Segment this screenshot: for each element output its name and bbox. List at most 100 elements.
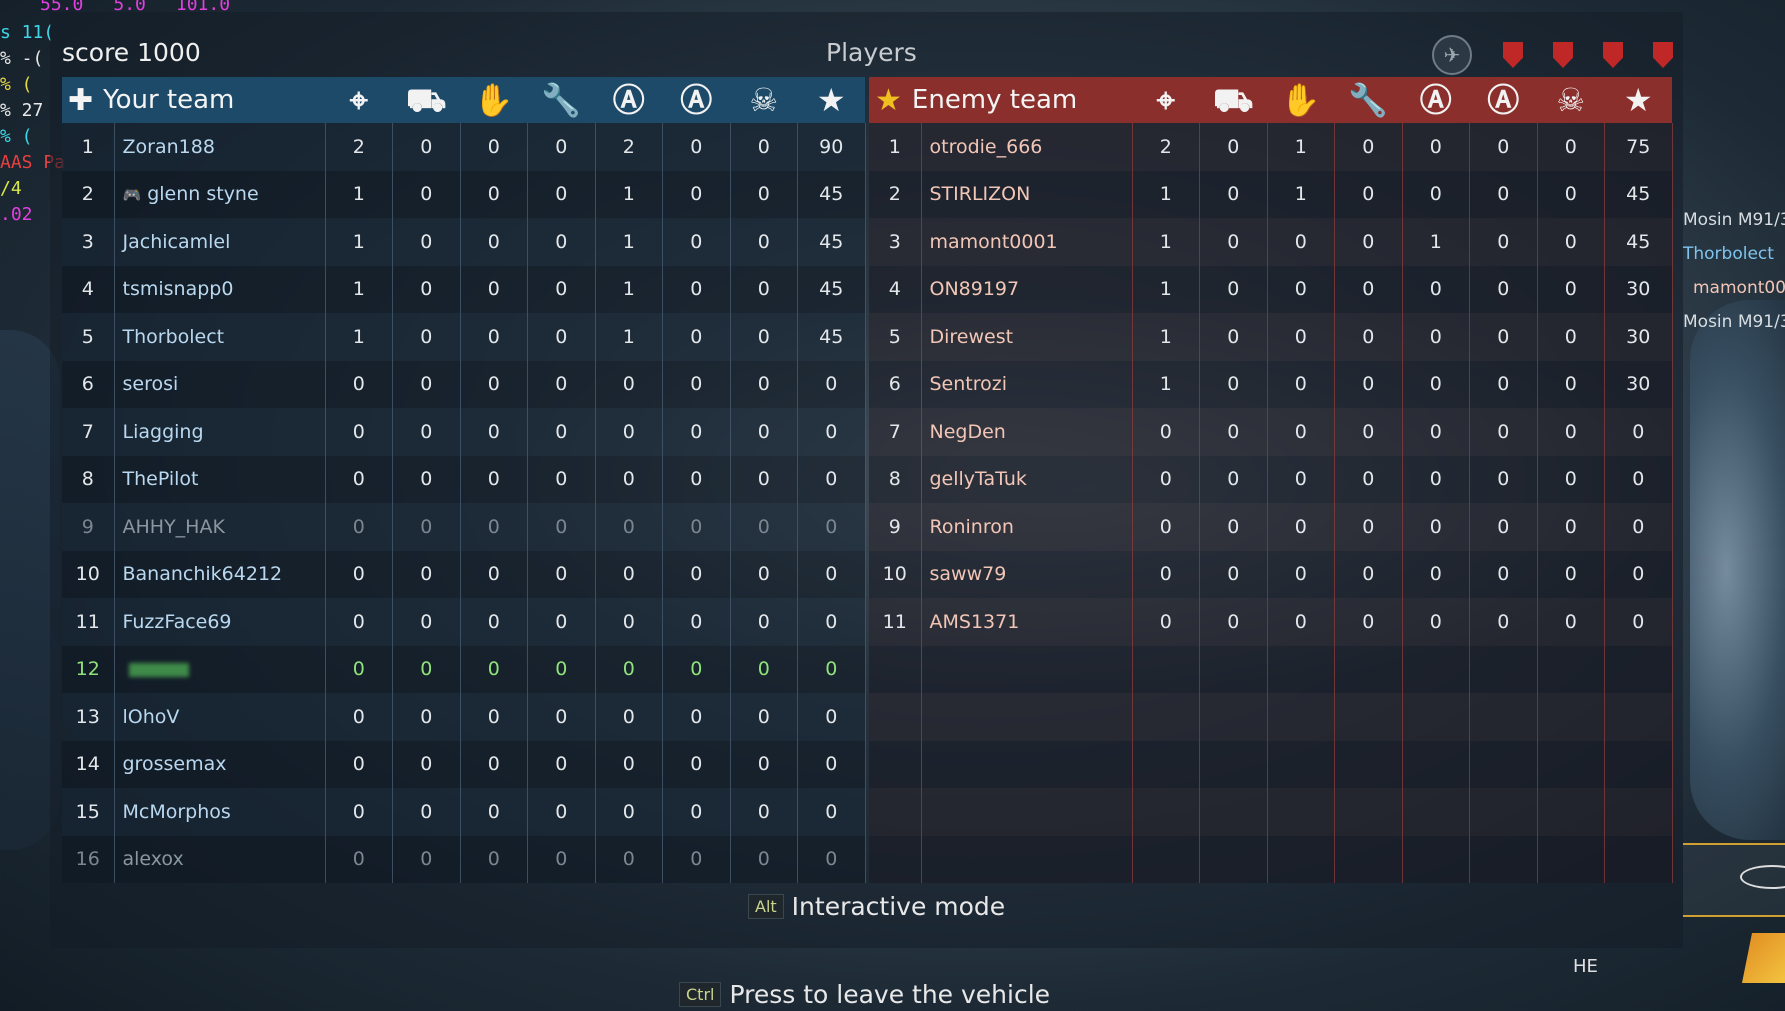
stat-target: 0: [325, 550, 394, 598]
stat-star: [1604, 693, 1673, 741]
stat-target: 0: [1132, 503, 1200, 551]
stat-ai-shield: 1: [595, 170, 664, 218]
your-team-header: ✚ Your team ⌖ ⛟ ✋ 🔧 Ⓐ Ⓐ ☠ ★: [62, 77, 866, 123]
stat-skull: 0: [1537, 123, 1605, 171]
player-row[interactable]: 5 Thorbolect 1 0 0 0 1 0 0 45: [62, 313, 866, 361]
player-name-text: gellyTaTuk: [929, 468, 1027, 491]
player-name-text: Bananchik64212: [122, 563, 283, 586]
player-row[interactable]: 4 tsmisnapp0 1 0 0 0 1 0 0 45: [62, 265, 866, 313]
stat-target: 1: [325, 265, 394, 313]
stat-capture-hand: 0: [460, 170, 529, 218]
stat-ground-kill: 0: [392, 123, 461, 171]
player-row[interactable]: 6 Sentrozi 1 0 0 0 0 0 0 30: [869, 360, 1673, 408]
stat-ai-kill: 0: [662, 645, 731, 693]
player-rank: 8: [869, 455, 922, 503]
stat-wrench: [1334, 645, 1403, 693]
player-name: [921, 788, 1133, 836]
stat-ground-kill: 0: [392, 788, 461, 836]
stat-target: 1: [325, 313, 394, 361]
stat-star: 0: [1604, 550, 1673, 598]
player-rank: [869, 788, 922, 836]
player-rank: 5: [62, 313, 115, 361]
player-rank: 13: [62, 693, 115, 741]
stat-wrench: 0: [527, 455, 596, 503]
player-row[interactable]: 10 saww79 0 0 0 0 0 0 0 0: [869, 550, 1673, 598]
player-row[interactable]: 3 mamont0001 1 0 0 0 1 0 0 45: [869, 218, 1673, 266]
player-name: ON89197: [921, 265, 1133, 313]
stat-wrench: 0: [1334, 550, 1403, 598]
player-row[interactable]: 7 NegDen 0 0 0 0 0 0 0 0: [869, 408, 1673, 456]
player-name: Thorbolect: [114, 313, 326, 361]
stat-capture-hand: 0: [460, 455, 529, 503]
stat-skull: 0: [730, 218, 799, 266]
stat-target: 0: [325, 408, 394, 456]
player-row[interactable]: 9 Roninron 0 0 0 0 0 0 0 0: [869, 503, 1673, 551]
player-rank: [869, 835, 922, 883]
player-name: gellyTaTuk: [921, 455, 1133, 503]
stat-ground-kill: 0: [392, 503, 461, 551]
player-row[interactable]: 15 McMorphos 0 0 0 0 0 0 0 0: [62, 788, 866, 836]
shield-icon: [1503, 42, 1523, 68]
player-row[interactable]: 14 grossemax 0 0 0 0 0 0 0 0: [62, 740, 866, 788]
stat-ground-kill: 0: [392, 598, 461, 646]
player-rank: 14: [62, 740, 115, 788]
stat-ai-kill: [1469, 740, 1538, 788]
stat-skull: 0: [1537, 265, 1605, 313]
player-rank: 16: [62, 835, 115, 883]
player-name-text: saww79: [929, 563, 1007, 586]
stat-ai-kill: 0: [1469, 218, 1538, 266]
player-name: NegDen: [921, 408, 1133, 456]
stat-capture-hand: 0: [1267, 360, 1335, 408]
game-mode-icon[interactable]: ✈: [1432, 35, 1472, 75]
player-rank: 6: [62, 360, 115, 408]
player-name-text: AHHY_HAK: [122, 515, 225, 538]
player-row[interactable]: 3 Jachicamlel 1 0 0 0 1 0 0 45: [62, 218, 866, 266]
stat-skull: 0: [730, 835, 799, 883]
player-row[interactable]: 11 AMS1371 0 0 0 0 0 0 0 0: [869, 598, 1673, 646]
ai-shield-icon: Ⓐ: [612, 81, 645, 119]
stat-ai-shield: 0: [1402, 408, 1470, 456]
stat-target: 1: [325, 170, 394, 218]
player-row[interactable]: 12 0 0 0 0 0 0 0 0: [62, 645, 866, 693]
player-row[interactable]: 8 gellyTaTuk 0 0 0 0 0 0 0 0: [869, 455, 1673, 503]
stat-wrench: 0: [527, 265, 596, 313]
stat-ai-kill: 0: [662, 740, 731, 788]
stat-ground-kill: 0: [392, 550, 461, 598]
player-row[interactable]: 2 STIRLIZON 1 0 1 0 0 0 0 45: [869, 170, 1673, 218]
stat-capture-hand: [1267, 835, 1335, 883]
stat-skull: 0: [730, 788, 799, 836]
player-row[interactable]: 13 lOhoV 0 0 0 0 0 0 0 0: [62, 693, 866, 741]
stat-capture-hand: 1: [1267, 123, 1335, 171]
stat-ai-shield: 0: [1402, 265, 1470, 313]
kill-feed-entry: Thorbolect: [1683, 244, 1774, 264]
player-rank: [869, 693, 922, 741]
player-row[interactable]: 10 Bananchik64212 0 0 0 0 0 0 0 0: [62, 550, 866, 598]
player-row[interactable]: 5 Direwest 1 0 0 0 0 0 0 30: [869, 313, 1673, 361]
stat-wrench: 0: [527, 788, 596, 836]
stat-star: [1604, 788, 1673, 836]
player-name-text: NegDen: [929, 420, 1006, 443]
stat-star: 0: [797, 693, 866, 741]
stat-wrench: 0: [1334, 123, 1403, 171]
player-row[interactable]: 16 alexox 0 0 0 0 0 0 0 0: [62, 835, 866, 883]
player-row[interactable]: 11 FuzzFace69 0 0 0 0 0 0 0 0: [62, 598, 866, 646]
stat-skull: 0: [730, 455, 799, 503]
stat-ground-kill: 0: [392, 408, 461, 456]
stat-star: 75: [1604, 123, 1673, 171]
player-row[interactable]: 2 🎮 glenn styne 1 0 0 0 1 0 0 45: [62, 170, 866, 218]
stat-skull: 0: [1537, 408, 1605, 456]
stat-ai-shield: 0: [1402, 550, 1470, 598]
stat-capture-hand: 0: [460, 408, 529, 456]
player-row[interactable]: 1 Zoran188 2 0 0 0 2 0 0 90: [62, 123, 866, 171]
player-row[interactable]: 7 Liagging 0 0 0 0 0 0 0 0: [62, 408, 866, 456]
stat-ai-shield: 0: [595, 408, 664, 456]
player-row[interactable]: 8 ThePilot 0 0 0 0 0 0 0 0: [62, 455, 866, 503]
player-row[interactable]: 6 serosi 0 0 0 0 0 0 0 0: [62, 360, 866, 408]
stat-wrench: 0: [527, 740, 596, 788]
enemy-team-title: Enemy team: [911, 84, 1078, 115]
stat-star: 0: [797, 835, 866, 883]
player-row[interactable]: 9 AHHY_HAK 0 0 0 0 0 0 0 0: [62, 503, 866, 551]
player-row[interactable]: 1 otrodie_666 2 0 1 0 0 0 0 75: [869, 123, 1673, 171]
player-row[interactable]: 4 ON89197 1 0 0 0 0 0 0 30: [869, 265, 1673, 313]
stat-skull: 0: [730, 693, 799, 741]
